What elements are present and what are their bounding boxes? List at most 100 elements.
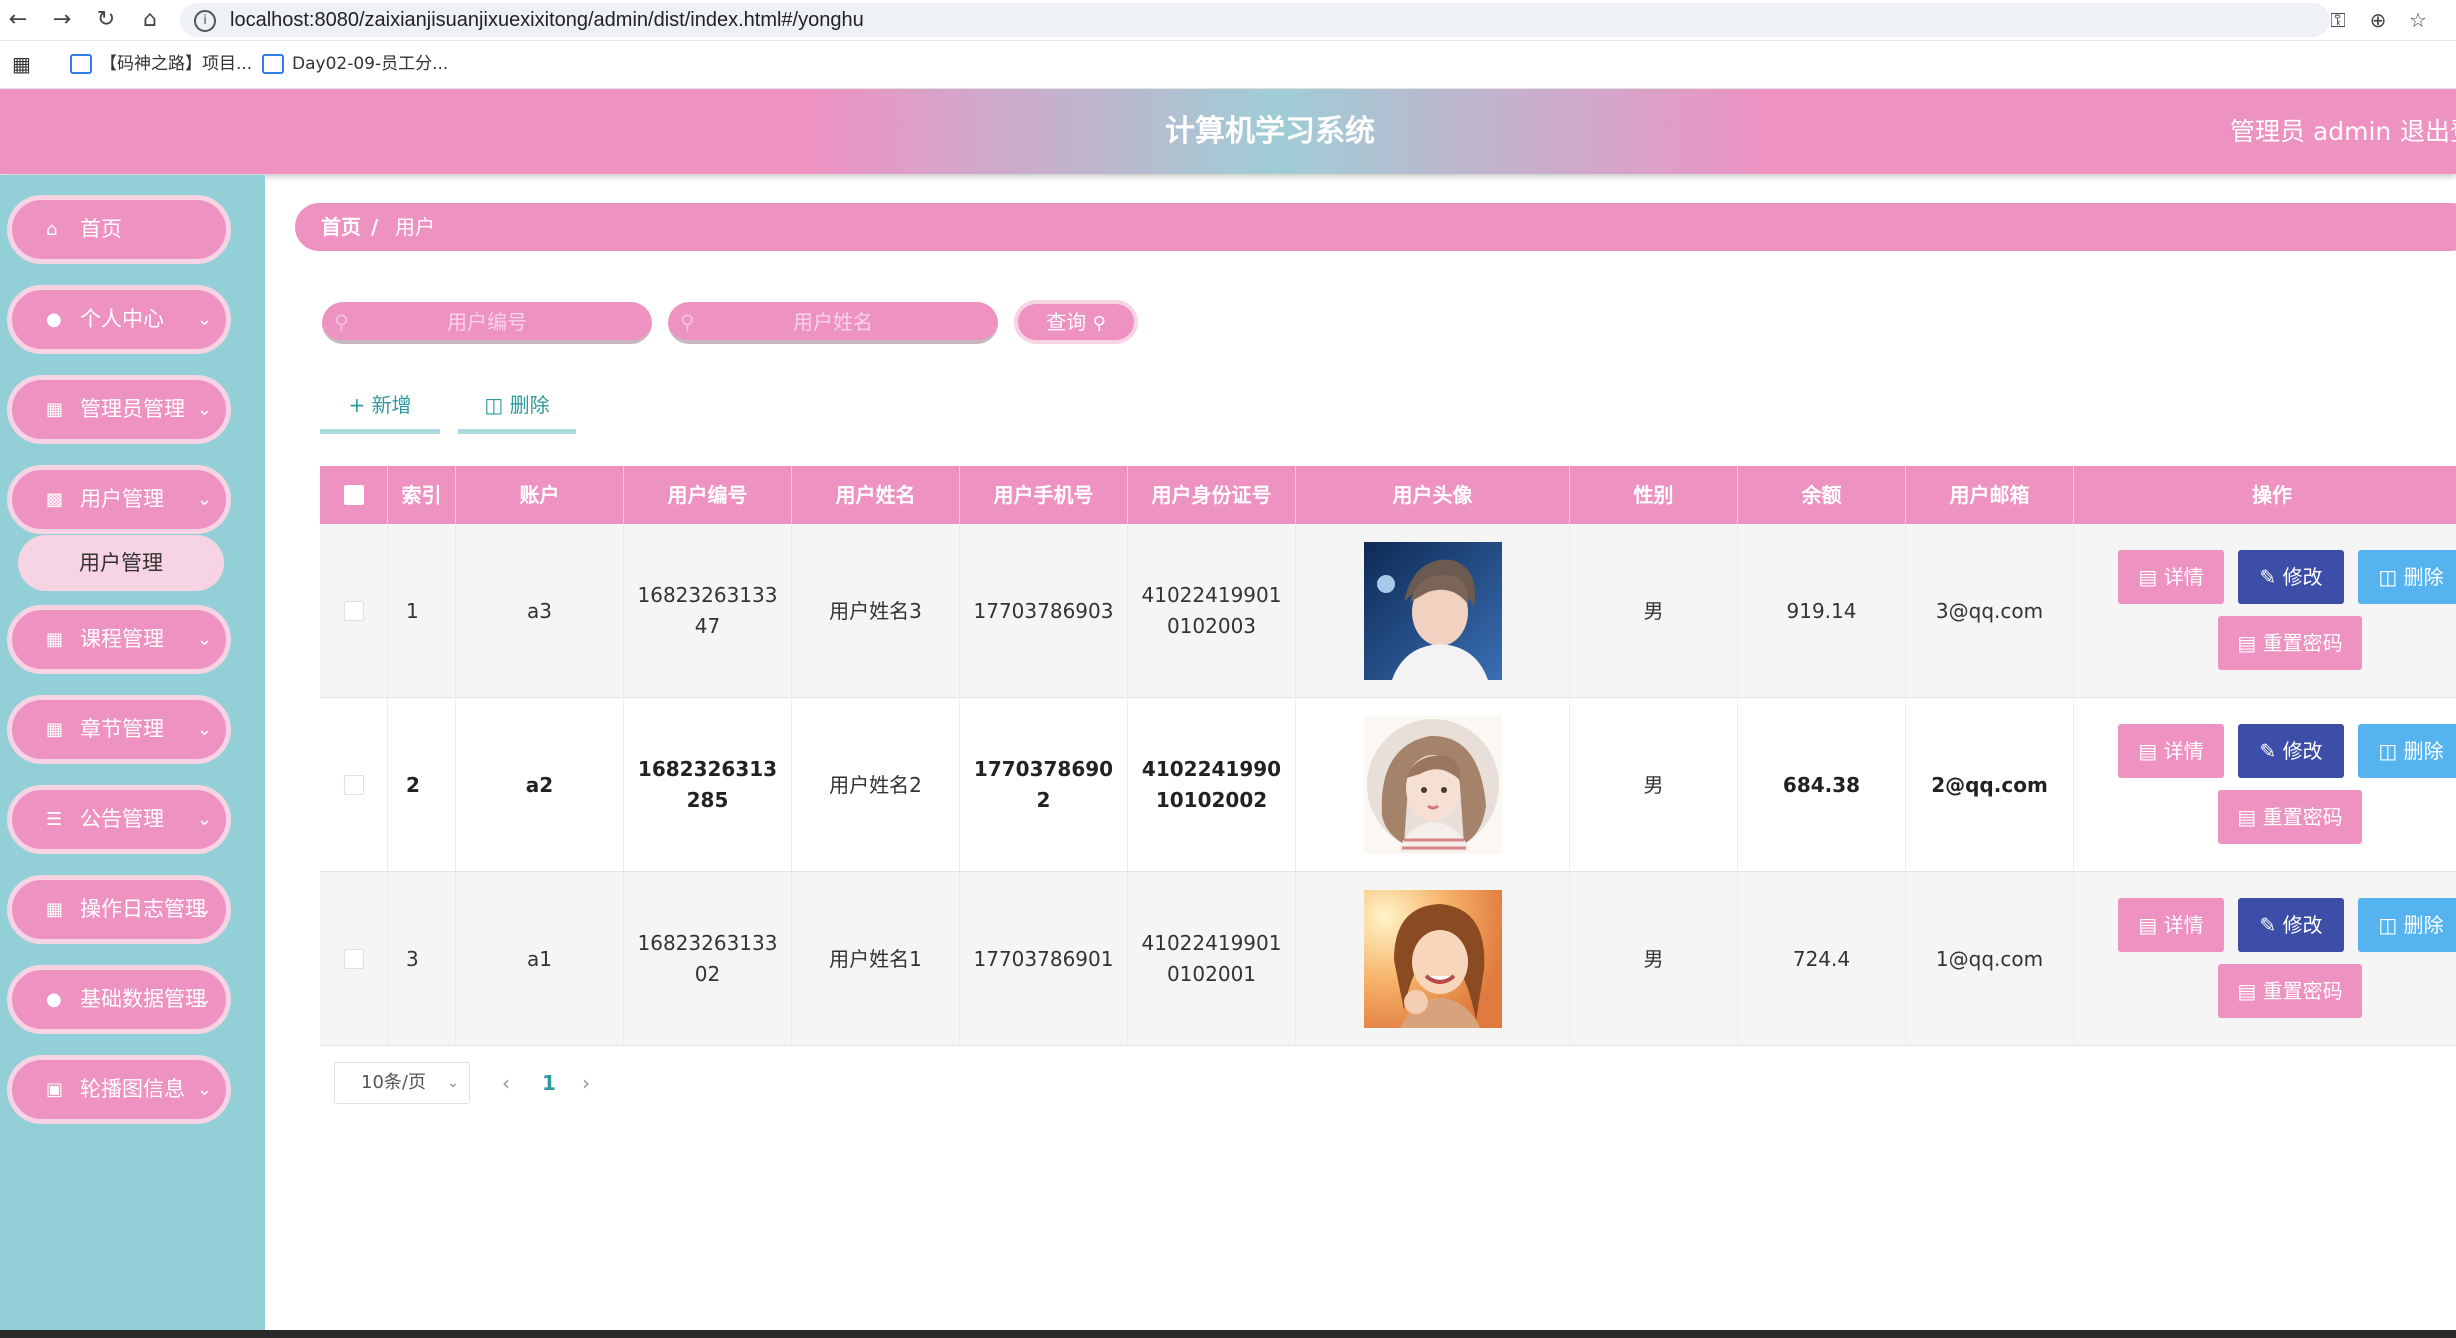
page-size-select[interactable]: 10条/页 ⌄ (334, 1062, 470, 1104)
forward-icon[interactable]: → (48, 6, 76, 34)
chevron-down-icon: ⌄ (196, 899, 212, 920)
sidebar-item-label: 个人中心 (80, 307, 164, 331)
cell-gender: 男 (1570, 698, 1738, 872)
sidebar-item-notice-management[interactable]: ☰ 公告管理 ⌄ (7, 785, 231, 854)
logout-link[interactable]: 退出登 (2400, 89, 2456, 174)
delete-button-label: 删除 (509, 393, 550, 417)
home-icon[interactable]: ⌂ (136, 6, 164, 34)
apps-grid-icon[interactable]: ▦ (12, 41, 31, 88)
bookmark-item[interactable]: 【码神之路】项目... (70, 41, 252, 88)
sidebar-item-user-management[interactable]: ▩ 用户管理 ⌄ (7, 465, 231, 534)
sidebar-subitem-user-management[interactable]: 用户管理 (18, 535, 224, 591)
reset-password-button[interactable]: ▤ 重置密码 (2218, 790, 2362, 844)
cell-index: 1 (388, 524, 456, 698)
select-all-checkbox[interactable] (320, 466, 388, 524)
query-button[interactable]: 查询 ⚲ (1014, 300, 1138, 344)
document-icon: ▤ (2237, 631, 2257, 655)
sidebar-item-basic-data-management[interactable]: ● 基础数据管理 ⌄ (7, 965, 231, 1034)
delete-button[interactable]: ◫ 删除 (2358, 898, 2456, 952)
bookmark-icon (70, 54, 92, 74)
edit-label: 修改 (2282, 739, 2323, 763)
document-icon: ▤ (2138, 739, 2158, 763)
search-placeholder: 用户姓名 (793, 310, 873, 334)
chevron-down-icon: ⌄ (196, 399, 212, 420)
prev-page-icon[interactable]: ‹ (502, 1068, 510, 1098)
breadcrumb-home[interactable]: 首页 (321, 203, 361, 251)
row-checkbox-cell (320, 698, 388, 872)
query-button-label: 查询 (1046, 310, 1087, 334)
edit-button[interactable]: ✎ 修改 (2238, 550, 2344, 604)
sidebar-item-course-management[interactable]: ▦ 课程管理 ⌄ (7, 605, 231, 674)
sidebar-item-label: 用户管理 (80, 487, 164, 511)
row-checkbox[interactable] (343, 949, 364, 969)
sidebar-item-carousel-info[interactable]: ▣ 轮播图信息 ⌄ (7, 1055, 231, 1124)
sidebar-item-admin-management[interactable]: ▦ 管理员管理 ⌄ (7, 375, 231, 444)
breadcrumb-current: 用户 (395, 215, 435, 239)
row-checkbox[interactable] (343, 775, 364, 795)
user-name-search-input[interactable]: ⚲ 用户姓名 (668, 302, 998, 344)
bookmark-label: Day02-09-员工分... (292, 54, 449, 74)
cell-id-card: 410224199010102001 (1128, 872, 1296, 1046)
grid-icon: ▦ (46, 899, 64, 920)
cell-account: a3 (456, 524, 624, 698)
delete-button[interactable]: ◫ 删除 (2358, 550, 2456, 604)
address-bar[interactable]: i localhost:8080/zaixianjisuanjixuexixit… (180, 3, 2330, 37)
delete-label: 删除 (2403, 913, 2444, 937)
chevron-down-icon: ⌄ (196, 629, 212, 650)
user-number-search-input[interactable]: ⚲ 用户编号 (322, 302, 652, 344)
trash-icon: ◫ (484, 393, 504, 417)
sidebar-item-label: 公告管理 (80, 807, 164, 831)
sidebar-item-chapter-management[interactable]: ▦ 章节管理 ⌄ (7, 695, 231, 764)
detail-button[interactable]: ▤ 详情 (2118, 550, 2224, 604)
edit-button[interactable]: ✎ 修改 (2238, 898, 2344, 952)
star-icon[interactable]: ☆ (2404, 6, 2432, 34)
search-placeholder: 用户编号 (447, 310, 527, 334)
sidebar-item-label: 课程管理 (80, 627, 164, 651)
trash-icon: ◫ (2378, 565, 2398, 589)
taskbar-edge (0, 1330, 2456, 1338)
delete-button[interactable]: ◫ 删除 (2358, 724, 2456, 778)
home-icon: ⌂ (46, 219, 58, 240)
avatar-female-photo (1363, 890, 1502, 1028)
reload-icon[interactable]: ↻ (92, 6, 120, 34)
checkbox[interactable] (343, 485, 364, 505)
reset-password-button[interactable]: ▤ 重置密码 (2218, 616, 2362, 670)
chevron-down-icon: ⌄ (196, 309, 212, 330)
add-button[interactable]: + 新增 (320, 382, 440, 434)
site-info-icon[interactable]: i (194, 10, 216, 32)
avatar-female-illustration (1363, 716, 1502, 854)
plus-icon: + (348, 393, 366, 417)
back-icon[interactable]: ← (4, 6, 32, 34)
document-icon: ▤ (2138, 913, 2158, 937)
bookmark-item[interactable]: Day02-09-员工分... (262, 41, 448, 88)
next-page-icon[interactable]: › (582, 1068, 590, 1098)
detail-button[interactable]: ▤ 详情 (2118, 724, 2224, 778)
cell-email: 2@qq.com (1906, 698, 2074, 872)
cell-avatar (1296, 872, 1570, 1046)
cell-name: 用户姓名1 (792, 872, 960, 1046)
key-icon[interactable]: ⚿ (2324, 6, 2352, 34)
cell-id-card: 410224199010102003 (1128, 524, 1296, 698)
reset-password-button[interactable]: ▤ 重置密码 (2218, 964, 2362, 1018)
admin-label: 管理员 admin (2230, 117, 2392, 146)
sidebar-item-home[interactable]: ⌂ 首页 (7, 195, 231, 264)
row-checkbox-cell (320, 524, 388, 698)
edit-button[interactable]: ✎ 修改 (2238, 724, 2344, 778)
detail-label: 详情 (2163, 739, 2204, 763)
row-checkbox-cell (320, 872, 388, 1046)
trash-icon: ◫ (2378, 913, 2398, 937)
document-icon: ▤ (2237, 805, 2257, 829)
table-row: 3 a1 1682326313302 用户姓名1 17703786901 410… (320, 872, 2456, 1046)
detail-button[interactable]: ▤ 详情 (2118, 898, 2224, 952)
zoom-icon[interactable]: ⊕ (2364, 6, 2392, 34)
detail-label: 详情 (2163, 913, 2204, 937)
chevron-down-icon: ⌄ (196, 989, 212, 1010)
row-checkbox[interactable] (343, 601, 364, 621)
batch-delete-button[interactable]: ◫ 删除 (458, 382, 576, 434)
sidebar-item-log-management[interactable]: ▦ 操作日志管理 ⌄ (7, 875, 231, 944)
page-number-current[interactable]: 1 (542, 1068, 556, 1098)
edit-label: 修改 (2282, 565, 2323, 589)
sidebar-item-personal-center[interactable]: ● 个人中心 ⌄ (7, 285, 231, 354)
ticket-icon: ▩ (46, 489, 64, 510)
cell-name: 用户姓名2 (792, 698, 960, 872)
